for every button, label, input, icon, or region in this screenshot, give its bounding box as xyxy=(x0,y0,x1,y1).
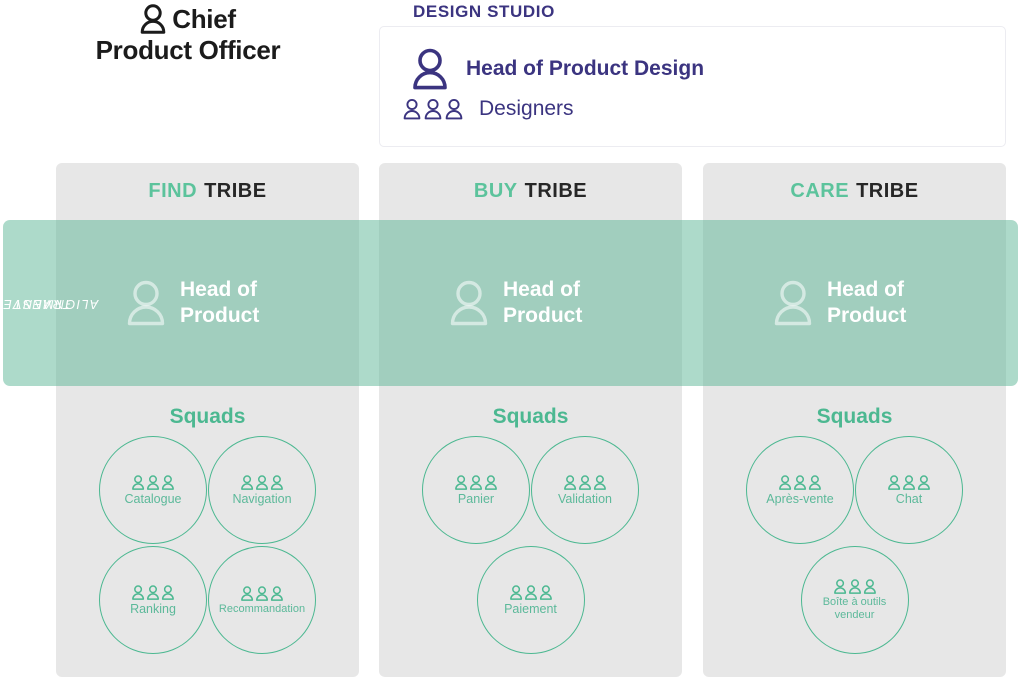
squads-area-find: Squads Catalogue Navigation Ranking Recomma… xyxy=(56,386,359,677)
head-of-product-care: Head of Product xyxy=(703,220,1006,386)
hop-line-2: Product xyxy=(827,304,907,327)
hop-line-1: Head of xyxy=(827,277,905,301)
squads-title: Squads xyxy=(816,405,893,428)
hop-line-2: Product xyxy=(503,304,583,327)
squad-circle[interactable]: Chat xyxy=(855,436,963,544)
tribe-keyword: FIND xyxy=(148,180,198,202)
squad-label: Boîte à outils vendeur xyxy=(822,596,887,621)
squad-circle[interactable]: Boîte à outils vendeur xyxy=(800,546,909,654)
person-icon xyxy=(126,280,166,326)
design-studio-designers-row: Designers xyxy=(402,97,574,121)
head-of-product-find: Head of Product xyxy=(56,220,359,386)
tribe-header-care: CARE TRIBE xyxy=(703,163,1006,220)
head-of-product-label: Head of Product xyxy=(180,277,259,330)
three-people-icon xyxy=(240,585,284,602)
tribe-header-find: FIND TRIBE xyxy=(56,163,359,220)
tribe-suffix: TRIBE xyxy=(204,180,267,202)
hop-line-1: Head of xyxy=(503,277,581,301)
tribe-keyword: BUY xyxy=(473,180,518,202)
squads-area-care: Squads Après-vente Chat Boîte à outils ven… xyxy=(703,386,1006,677)
three-people-icon xyxy=(131,584,175,601)
design-studio-card: Head of Product Design Designers xyxy=(379,26,1006,147)
design-studio-head-row: Head of Product Design xyxy=(412,48,704,90)
three-people-icon xyxy=(402,98,464,120)
squad-circle[interactable]: Panier xyxy=(422,436,530,544)
cpo-line-1: Chief xyxy=(0,4,376,35)
squad-label: Catalogue xyxy=(124,491,182,506)
tribe-suffix: TRIBE xyxy=(856,180,919,202)
squad-circle[interactable]: Après-vente xyxy=(746,436,854,544)
squad-label: Validation xyxy=(558,491,612,506)
transverse-alignment-label: TRANSVERSE ALIGNMENT xyxy=(0,220,98,386)
design-studio-title: DESIGN STUDIO xyxy=(413,2,555,21)
squad-circle[interactable]: Paiement xyxy=(476,546,585,654)
three-people-icon xyxy=(778,474,822,491)
squad-grid: Après-vente Chat Boîte à outils vendeur xyxy=(703,436,1006,654)
three-people-icon xyxy=(833,578,877,595)
squad-label: Ranking xyxy=(130,601,176,616)
three-people-icon xyxy=(509,584,553,601)
three-people-icon xyxy=(454,474,498,491)
squads-title: Squads xyxy=(492,405,569,428)
squad-label: Navigation xyxy=(232,491,292,506)
person-icon xyxy=(412,48,448,90)
person-icon xyxy=(140,4,166,35)
squad-label: Après-vente xyxy=(766,491,834,506)
cpo-title-line-1: Chief xyxy=(172,4,236,34)
squads-title: Squads xyxy=(169,405,246,428)
three-people-icon xyxy=(131,474,175,491)
squads-area-buy: Squads Panier Validation Paiement xyxy=(379,386,682,677)
squad-label: Paiement xyxy=(504,601,557,616)
tribe-header-buy: BUY TRIBE xyxy=(379,163,682,220)
squad-grid: Panier Validation Paiement xyxy=(379,436,682,654)
squad-circle[interactable]: Validation xyxy=(531,436,639,544)
chief-product-officer-block: Chief Product Officer xyxy=(0,4,376,65)
squad-label: Chat xyxy=(895,491,923,506)
hop-line-2: Product xyxy=(180,304,260,327)
org-diagram: Chief Product Officer DESIGN STUDIO Head… xyxy=(0,0,1024,677)
tribe-keyword: CARE xyxy=(790,180,850,202)
head-of-product-label: Head of Product xyxy=(503,277,582,330)
three-people-icon xyxy=(887,474,931,491)
squad-circle[interactable]: Navigation xyxy=(208,436,316,544)
head-of-product-buy: Head of Product xyxy=(379,220,682,386)
squad-label: Recommandation xyxy=(218,602,306,615)
hop-line-1: Head of xyxy=(180,277,258,301)
cpo-title-line-2: Product Officer xyxy=(95,34,281,65)
squad-circle[interactable]: Ranking xyxy=(99,546,207,654)
squad-circle[interactable]: Catalogue xyxy=(99,436,207,544)
tribe-suffix: TRIBE xyxy=(524,180,588,202)
three-people-icon xyxy=(240,474,284,491)
head-of-product-label: Head of Product xyxy=(827,277,906,330)
squad-grid: Catalogue Navigation Ranking Recommandation xyxy=(56,436,359,654)
squad-circle[interactable]: Recommandation xyxy=(208,546,316,654)
head-of-product-design-label: Head of Product Design xyxy=(466,57,705,80)
three-people-icon xyxy=(563,474,607,491)
squad-label: Panier xyxy=(457,491,495,506)
person-icon xyxy=(449,280,489,326)
designers-label: Designers xyxy=(479,97,574,120)
person-icon xyxy=(773,280,813,326)
